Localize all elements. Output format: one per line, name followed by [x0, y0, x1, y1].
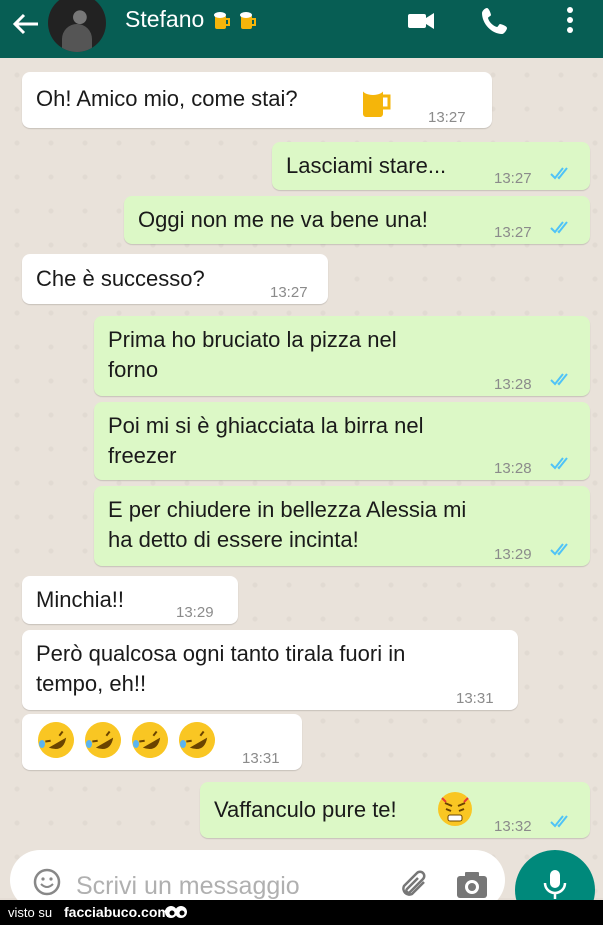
watermark-bar: visto su facciabuco.com: [0, 900, 603, 925]
back-arrow-icon[interactable]: [8, 6, 44, 42]
more-options-icon[interactable]: [553, 4, 587, 38]
rofl-emoji-icon: [85, 722, 122, 758]
message-bubble[interactable]: Vaffanculo pure te! 13:32: [200, 782, 590, 838]
message-bubble[interactable]: Però qualcosa ogni tanto tirala fuori in…: [22, 630, 518, 710]
message-text: Poi mi si è ghiacciata la birra nel free…: [108, 413, 424, 468]
message-bubble[interactable]: Lasciami stare... 13:27: [272, 142, 590, 190]
message-bubble[interactable]: Poi mi si è ghiacciata la birra nel free…: [94, 402, 590, 480]
message-time: 13:28: [494, 376, 532, 393]
read-ticks-icon: [550, 373, 568, 386]
read-ticks-icon: [550, 543, 568, 556]
message-text: Però qualcosa ogni tanto tirala fuori in…: [36, 641, 406, 696]
message-bubble[interactable]: Prima ho bruciato la pizza nel forno 13:…: [94, 316, 590, 396]
message-text: Oggi non me ne va bene una!: [138, 207, 428, 232]
message-time: 13:27: [428, 109, 466, 126]
message-bubble[interactable]: Oggi non me ne va bene una! 13:27: [124, 196, 590, 244]
read-ticks-icon: [550, 457, 568, 470]
read-ticks-icon: [550, 167, 568, 180]
chat-area[interactable]: Oh! Amico mio, come stai? 13:27 Lasciami…: [0, 58, 603, 898]
message-text: Vaffanculo pure te!: [214, 797, 397, 822]
avatar[interactable]: [48, 0, 106, 52]
message-time: 13:32: [494, 818, 532, 835]
rofl-emoji-icon: [38, 722, 74, 758]
attach-icon[interactable]: [398, 868, 432, 902]
contact-name[interactable]: Stefano: [125, 6, 257, 33]
beer-emoji-icon: [362, 83, 391, 117]
beer-emoji-icon: [213, 12, 230, 29]
message-bubble[interactable]: 13:31: [22, 714, 302, 770]
message-text: Che è successo?: [36, 266, 205, 291]
read-ticks-icon: [550, 815, 568, 828]
message-time: 13:27: [270, 284, 308, 301]
emoji-picker-icon[interactable]: [32, 867, 62, 897]
rofl-emoji-icon: [132, 722, 169, 758]
message-text: Lasciami stare...: [286, 153, 447, 178]
message-time: 13:31: [242, 750, 280, 767]
chat-header: Stefano: [0, 0, 603, 58]
read-ticks-icon: [550, 221, 568, 234]
watermark-site[interactable]: facciabuco.com: [64, 904, 170, 920]
message-input[interactable]: Scrivi un messaggio: [76, 872, 300, 901]
message-time: 13:29: [494, 546, 532, 563]
message-bubble[interactable]: Che è successo? 13:27: [22, 254, 328, 304]
watermark-visto: visto su: [8, 905, 53, 920]
beer-emoji-icon: [240, 12, 257, 29]
message-time: 13:29: [176, 604, 214, 621]
message-text: E per chiudere in bellezza Alessia mi ha…: [108, 497, 467, 552]
message-time: 13:31: [456, 690, 494, 707]
message-bubble[interactable]: E per chiudere in bellezza Alessia mi ha…: [94, 486, 590, 566]
eyes-logo-icon: [165, 906, 187, 918]
angry-emoji-icon: [438, 792, 472, 826]
message-time: 13:27: [494, 170, 532, 187]
message-time: 13:27: [494, 224, 532, 241]
rofl-emoji-icon: [179, 722, 216, 758]
camera-icon[interactable]: [455, 870, 489, 900]
message-text: Oh! Amico mio, come stai?: [36, 86, 298, 111]
contact-name-text: Stefano: [125, 6, 205, 32]
microphone-icon: [543, 870, 567, 899]
message-text: Minchia!!: [36, 587, 125, 612]
phone-icon[interactable]: [478, 4, 512, 38]
video-call-icon[interactable]: [404, 4, 438, 38]
emoji-row: [36, 720, 218, 768]
message-bubble[interactable]: Minchia!! 13:29: [22, 576, 238, 624]
message-time: 13:28: [494, 460, 532, 477]
message-text: Prima ho bruciato la pizza nel forno: [108, 327, 397, 382]
message-bubble[interactable]: Oh! Amico mio, come stai? 13:27: [22, 72, 492, 128]
